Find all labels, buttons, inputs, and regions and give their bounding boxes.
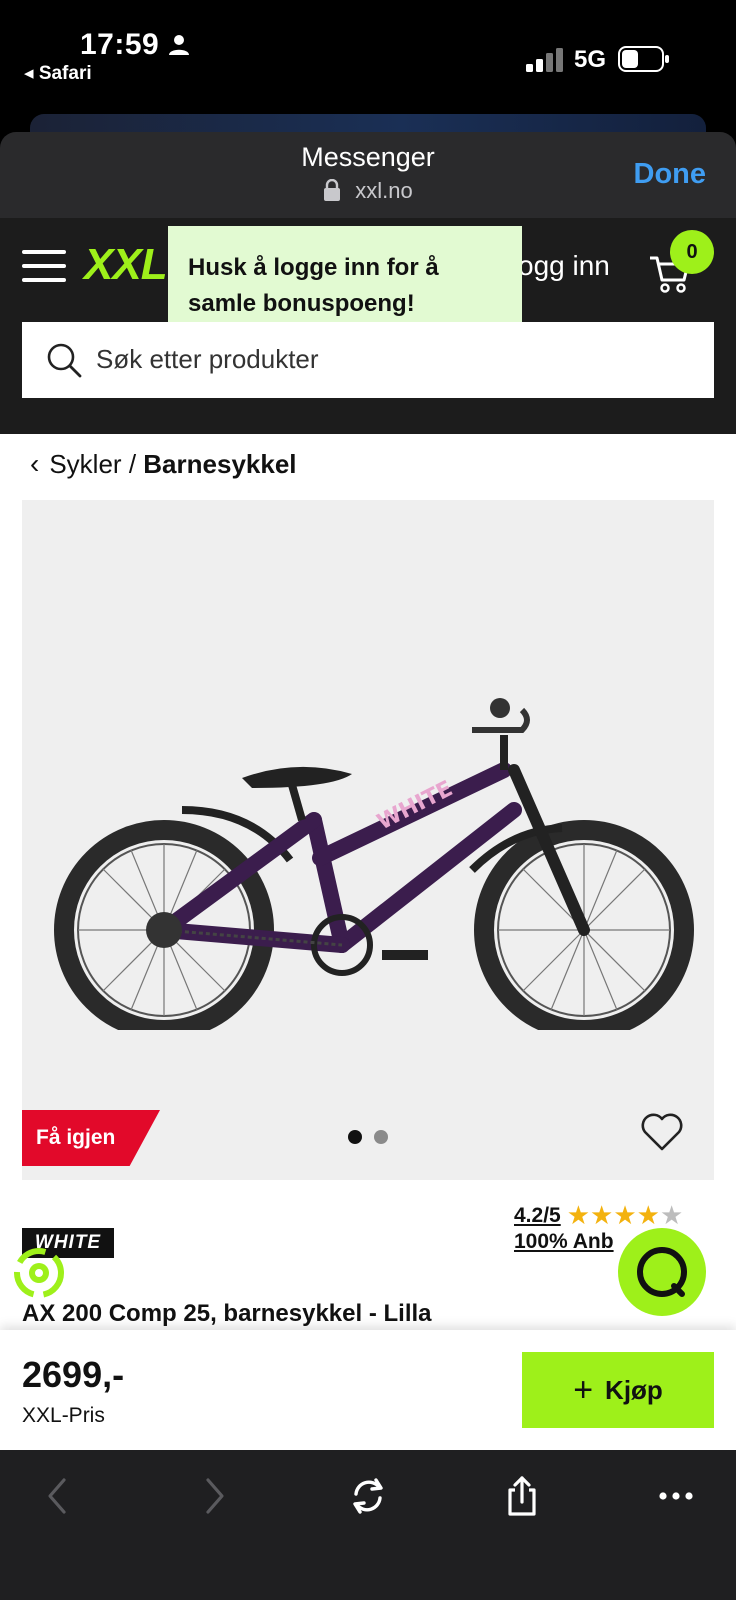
chat-button[interactable] bbox=[618, 1228, 706, 1316]
product-page: ‹ Sykler / Barnesykkel WHITE Få igjen WH… bbox=[0, 434, 736, 1330]
menu-icon[interactable] bbox=[22, 250, 66, 284]
product-title: AX 200 Comp 25, barnesykkel - Lilla bbox=[22, 1300, 432, 1327]
back-arrow-icon[interactable] bbox=[38, 1474, 78, 1518]
buy-button-label: Kjøp bbox=[605, 1375, 663, 1405]
cashback-badge: Få igjen bbox=[22, 1110, 160, 1166]
recommend-percentage[interactable]: 100% Anb bbox=[514, 1230, 614, 1254]
product-price: 2699,- bbox=[22, 1354, 125, 1395]
sheet-url-text: xxl.no bbox=[355, 178, 413, 203]
browser-sheet-header: Messenger xxl.no Done bbox=[0, 132, 736, 218]
battery-icon bbox=[618, 46, 669, 72]
breadcrumb: ‹ Sykler / Barnesykkel bbox=[30, 448, 297, 480]
search-input[interactable]: Søk etter produkter bbox=[22, 322, 714, 398]
sheet-title: Messenger bbox=[301, 142, 435, 172]
search-placeholder: Søk etter produkter bbox=[96, 344, 319, 374]
rating-score[interactable]: 4.2/5 bbox=[514, 1204, 561, 1227]
breadcrumb-parent[interactable]: Sykler bbox=[49, 449, 121, 479]
done-button[interactable]: Done bbox=[634, 158, 707, 191]
buy-button[interactable]: + Kjøp bbox=[522, 1352, 714, 1428]
pagination-dot-2[interactable] bbox=[374, 1130, 388, 1144]
status-bar: 17:59 ◂ Safari 5G bbox=[0, 0, 736, 110]
bike-image: WHITE bbox=[54, 698, 694, 1030]
eco-recycle-icon[interactable] bbox=[12, 1246, 66, 1300]
network-label: 5G bbox=[574, 46, 607, 73]
back-to-safari-link[interactable]: ◂ Safari bbox=[24, 62, 92, 85]
xxl-logo[interactable]: XXL bbox=[84, 240, 168, 290]
product-image[interactable]: WHITE Få igjen bbox=[22, 500, 714, 1180]
plus-icon: + bbox=[573, 1371, 594, 1409]
forward-arrow-icon[interactable] bbox=[194, 1474, 234, 1518]
reload-icon[interactable] bbox=[348, 1474, 388, 1518]
search-icon bbox=[47, 343, 82, 378]
image-pagination[interactable] bbox=[348, 1130, 400, 1149]
chevron-left-icon[interactable]: ‹ bbox=[30, 448, 39, 480]
heart-icon[interactable] bbox=[640, 1112, 684, 1152]
site-header: XXL ogg inn 0 Husk å logge inn for å sam… bbox=[0, 218, 736, 434]
more-options-icon[interactable] bbox=[656, 1474, 696, 1518]
product-rating[interactable]: 4.2/5 ★★★★★ bbox=[514, 1200, 683, 1231]
pagination-dot-1[interactable] bbox=[348, 1130, 362, 1144]
price-label: XXL-Pris bbox=[22, 1404, 105, 1427]
login-link[interactable]: ogg inn bbox=[518, 250, 610, 282]
buy-bar: 2699,- XXL-Pris + Kjøp bbox=[0, 1330, 736, 1450]
lock-icon bbox=[324, 179, 341, 201]
signal-icon bbox=[526, 48, 563, 72]
browser-toolbar bbox=[0, 1450, 736, 1600]
sheet-url: xxl.no bbox=[0, 178, 736, 204]
chat-icon bbox=[637, 1247, 687, 1297]
share-icon[interactable] bbox=[502, 1474, 542, 1518]
cart-count-badge[interactable]: 0 bbox=[670, 230, 714, 274]
breadcrumb-separator: / bbox=[128, 449, 137, 479]
status-time: 17:59 bbox=[80, 28, 160, 61]
rating-stars: ★★★★★ bbox=[566, 1200, 684, 1230]
person-icon bbox=[169, 35, 189, 55]
breadcrumb-current: Barnesykkel bbox=[143, 449, 297, 479]
